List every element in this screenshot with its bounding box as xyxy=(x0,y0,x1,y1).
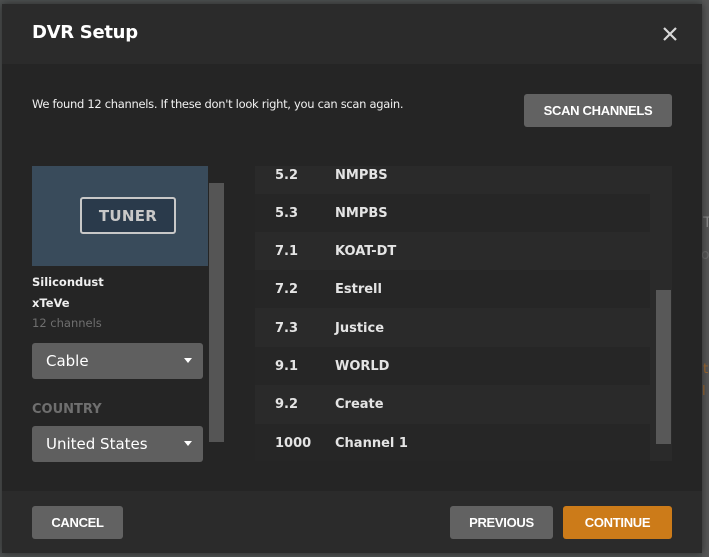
device-model: xTeVe xyxy=(32,296,70,310)
tuner-type-value: Cable xyxy=(46,352,89,370)
country-select[interactable]: United States xyxy=(32,426,203,462)
background-text: T xyxy=(703,215,709,231)
channel-name: KOAT-DT xyxy=(335,243,397,259)
channel-number: 7.1 xyxy=(275,243,299,259)
scan-channels-button[interactable]: SCAN CHANNELS xyxy=(524,94,672,127)
device-panel-scrollbar[interactable] xyxy=(209,183,224,442)
device-channel-count: 12 channels xyxy=(32,316,102,330)
country-value: United States xyxy=(46,435,148,453)
channel-name: Create xyxy=(335,396,384,412)
device-name: Silicondust xyxy=(32,275,104,289)
background-text: l xyxy=(702,384,706,399)
channel-number: 7.2 xyxy=(275,281,299,297)
channel-row[interactable]: 9.2 Create xyxy=(255,385,650,423)
tuner-type-select[interactable]: Cable xyxy=(32,343,203,379)
background-text: t xyxy=(703,362,709,377)
continue-button[interactable]: CONTINUE xyxy=(563,506,672,539)
channel-number: 9.1 xyxy=(275,358,299,374)
background-page: T o t l xyxy=(701,0,709,557)
scan-notice: We found 12 channels. If these don't loo… xyxy=(32,97,404,111)
channel-list-scrollbar[interactable] xyxy=(656,290,671,444)
channel-number: 5.3 xyxy=(275,205,299,221)
channel-number: 5.2 xyxy=(275,167,299,183)
previous-button[interactable]: PREVIOUS xyxy=(450,506,553,539)
dialog-header: DVR Setup xyxy=(2,4,702,64)
tuner-image: TUNER xyxy=(32,166,208,266)
channel-row[interactable]: 5.3 NMPBS xyxy=(255,194,650,232)
channel-number: 1000 xyxy=(275,435,312,451)
tuner-label: TUNER xyxy=(80,197,176,234)
dialog-title: DVR Setup xyxy=(32,22,138,43)
channel-name: WORLD xyxy=(335,358,390,374)
close-button[interactable] xyxy=(660,24,680,44)
channel-row[interactable]: 7.3 Justice xyxy=(255,309,650,347)
close-icon xyxy=(663,27,677,41)
country-label: COUNTRY xyxy=(32,402,102,417)
channel-name: Justice xyxy=(335,320,385,336)
channel-name: Channel 1 xyxy=(335,435,408,451)
channel-name: Estrell xyxy=(335,281,382,297)
background-text: o xyxy=(701,247,709,263)
channel-row[interactable]: 5.2 NMPBS xyxy=(255,166,672,194)
channel-row[interactable]: 7.1 KOAT-DT xyxy=(255,232,650,270)
cancel-button[interactable]: CANCEL xyxy=(32,506,123,539)
chevron-down-icon xyxy=(184,441,192,446)
channel-row[interactable]: 7.2 Estrell xyxy=(255,270,650,308)
channel-number: 9.2 xyxy=(275,396,299,412)
channel-row[interactable]: 9.1 WORLD xyxy=(255,347,650,385)
channel-row[interactable]: 1000 Channel 1 xyxy=(255,424,650,461)
channel-list: 5.2 NMPBS 5.3 NMPBS 7.1 KOAT-DT 7.2 Estr… xyxy=(255,166,672,461)
channel-number: 7.3 xyxy=(275,320,299,336)
chevron-down-icon xyxy=(184,358,192,363)
channel-name: NMPBS xyxy=(335,205,388,221)
channel-name: NMPBS xyxy=(335,167,388,183)
dvr-setup-dialog: DVR Setup We found 12 channels. If these… xyxy=(2,4,702,553)
